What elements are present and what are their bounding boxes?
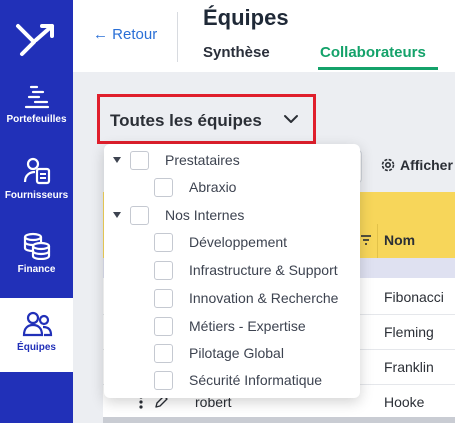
sidebar: Portefeuilles Fournisseurs Finance Équip…: [0, 0, 73, 423]
sidebar-item-label: Finance: [17, 264, 56, 275]
tree-item-label: Prestataires: [165, 152, 240, 168]
back-link[interactable]: ← Retour: [93, 26, 157, 43]
active-tab-indicator: [318, 67, 438, 70]
checkbox[interactable]: [154, 288, 173, 308]
cell-nom: Hooke: [384, 394, 425, 410]
checkbox[interactable]: [154, 343, 173, 363]
tree-item-metiers-expertise[interactable]: Métiers - Expertise: [154, 315, 306, 337]
sidebar-item-label: Fournisseurs: [4, 190, 69, 201]
tab-synthese[interactable]: Synthèse: [203, 44, 270, 61]
tree-item-developpement[interactable]: Développement: [154, 231, 287, 253]
checkbox[interactable]: [130, 150, 149, 170]
cell-nom: Franklin: [384, 359, 434, 375]
logo-icon[interactable]: [14, 20, 58, 60]
portfolio-icon: [24, 85, 49, 109]
chevron-down-icon: [284, 115, 298, 123]
tree-item-label: Abraxio: [189, 179, 237, 195]
checkbox[interactable]: [154, 232, 173, 252]
column-divider: [377, 224, 378, 258]
sidebar-item-fournisseurs[interactable]: Fournisseurs: [0, 156, 73, 228]
tree-item-infrastructure-support[interactable]: Infrastructure & Support: [154, 259, 338, 281]
table-bottom-bar: [103, 417, 455, 423]
sidebar-item-label: Portefeuilles: [6, 114, 67, 125]
tree-item-label: Métiers - Expertise: [189, 318, 306, 334]
column-header-nom[interactable]: Nom: [384, 232, 415, 248]
tree-item-pilotage-global[interactable]: Pilotage Global: [154, 342, 284, 364]
checkbox[interactable]: [154, 316, 173, 336]
tree-item-label: Nos Internes: [165, 207, 245, 223]
display-button-label: Afficher: [400, 157, 453, 173]
sidebar-item-label: Équipes: [17, 342, 56, 353]
cell-nom: Fleming: [384, 324, 434, 340]
display-button[interactable]: Afficher: [380, 157, 453, 173]
tree-item-securite-informatique[interactable]: Sécurité Informatique: [154, 369, 322, 391]
tree-item-label: Sécurité Informatique: [189, 372, 323, 388]
checkbox[interactable]: [154, 370, 173, 390]
team-icon: [22, 311, 52, 337]
tab-collaborateurs[interactable]: Collaborateurs: [320, 44, 426, 61]
team-select[interactable]: Toutes les équipes: [97, 94, 316, 144]
team-select-value: Toutes les équipes: [110, 111, 262, 130]
sidebar-item-finance[interactable]: Finance: [0, 232, 73, 304]
supplier-icon: [23, 157, 50, 185]
tree-item-nos-internes[interactable]: Nos Internes: [112, 204, 244, 226]
page-header: ← Retour Équipes Synthèse Collaborateurs: [73, 0, 455, 72]
caret-down-icon[interactable]: [112, 210, 122, 220]
tree-item-label: Infrastructure & Support: [189, 262, 338, 278]
team-dropdown: Prestataires Abraxio Nos Internes Dévelo…: [104, 144, 360, 398]
header-divider: [177, 12, 178, 62]
cell-nom: Fibonacci: [384, 289, 444, 305]
checkbox[interactable]: [130, 205, 149, 225]
tree-item-abraxio[interactable]: Abraxio: [154, 176, 236, 198]
tree-item-label: Innovation & Recherche: [189, 290, 339, 306]
sidebar-footer: [0, 372, 73, 423]
tree-item-label: Pilotage Global: [189, 345, 284, 361]
sidebar-item-equipes[interactable]: Équipes: [0, 298, 73, 372]
caret-down-icon[interactable]: [112, 155, 122, 165]
gear-icon: [381, 158, 395, 172]
tree-item-prestataires[interactable]: Prestataires: [112, 149, 240, 171]
sidebar-item-portefeuilles[interactable]: Portefeuilles: [0, 84, 73, 156]
page-title: Équipes: [203, 5, 289, 30]
tree-item-label: Développement: [189, 234, 288, 250]
checkbox[interactable]: [154, 260, 173, 280]
tree-item-innovation-recherche[interactable]: Innovation & Recherche: [154, 287, 338, 309]
coins-icon: [23, 232, 50, 260]
filter-icon[interactable]: [360, 234, 372, 246]
checkbox[interactable]: [154, 177, 173, 197]
